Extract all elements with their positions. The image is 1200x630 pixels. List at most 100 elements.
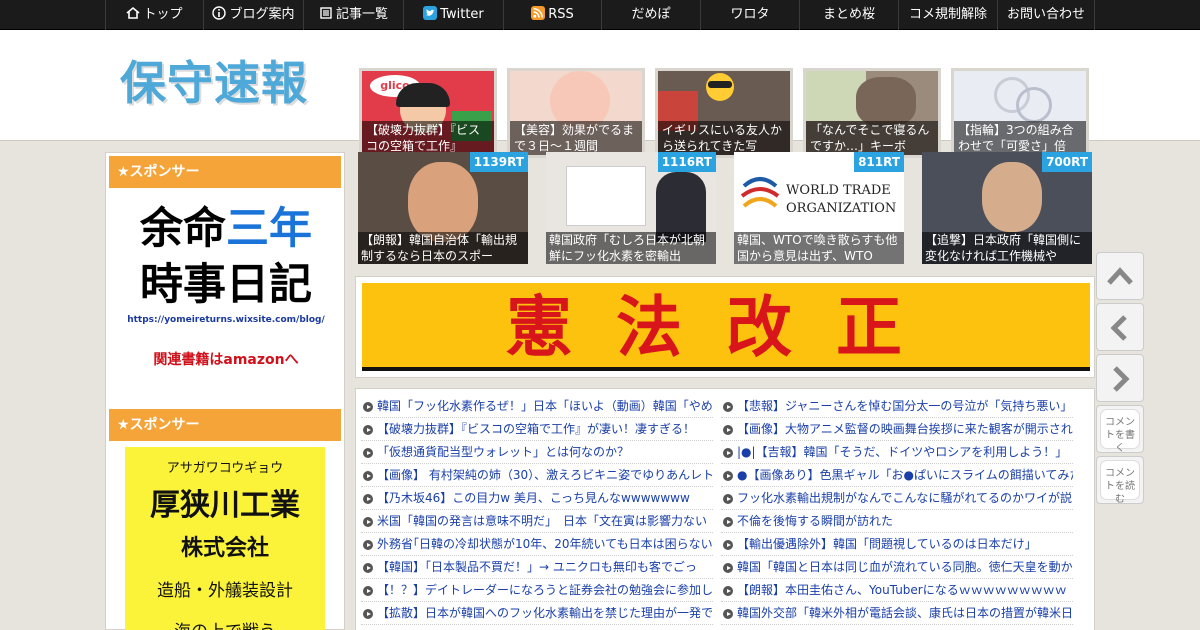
ad-tagline: 海の上で戦う: [125, 617, 325, 630]
read-comment-label: コメントを読む: [1101, 461, 1139, 505]
ring-icon: [1016, 87, 1052, 123]
list-item[interactable]: フッ化水素輸出規制がなんでこんなに騒がれてるのかワイが説: [721, 487, 1073, 510]
nav-contact[interactable]: お問い合わせ: [997, 0, 1095, 30]
ad-title-line1: 余命三年: [140, 204, 312, 254]
nav-warota[interactable]: ワロタ: [700, 0, 799, 30]
nav-article-list[interactable]: 記事一覧: [303, 0, 403, 30]
play-bullet-icon: [723, 402, 733, 412]
header-thumb-3[interactable]: イギリスにいる友人から送られてきた写: [655, 68, 793, 158]
list-item[interactable]: 韓国外交部「韓米外相が電話会談、康氏は日本の措置が韓米日: [721, 602, 1073, 625]
write-comment-button[interactable]: コメントを書く: [1096, 405, 1144, 454]
play-bullet-icon: [723, 540, 733, 550]
rt-article-3[interactable]: WORLD TRADE ORGANIZATION 811RT 韓国、WTOで喚き散…: [734, 152, 904, 264]
header-thumb-2[interactable]: 【美容】効果がでるまで３日～１週間: [507, 68, 645, 158]
list-icon: [320, 7, 332, 19]
twitter-icon: [423, 6, 438, 20]
chevron-right-icon: [1113, 366, 1130, 392]
site-logo[interactable]: 保守速報: [120, 53, 325, 113]
nav-twitter[interactable]: Twitter: [403, 0, 503, 30]
list-item-title: 韓国外交部「韓米外相が電話会談、康氏は日本の措置が韓米日: [737, 606, 1073, 620]
sponsor-ad-asagawa[interactable]: アサガワコウギョウ 厚狭川工業 株式会社 造船・外艤装設計 海の上で戦う: [125, 447, 325, 630]
rt-article-title: 韓国、WTOで喚き散らすも他国から意見は出ず、WTO: [734, 232, 904, 264]
thumb-document: [566, 166, 646, 226]
list-item-title: 不倫を後悔する瞬間が訪れた: [737, 514, 894, 528]
sponsor-ad-yomei[interactable]: 余命三年 時事日記 https://yomeireturns.wixsite.c…: [121, 201, 331, 381]
list-item[interactable]: 【悲報】ジャニーさんを悼む国分太一の号泣が「気持ち悪い」: [721, 395, 1073, 418]
list-item-title: 【朗報】本田圭佑さん、YouTuberになるｗｗｗｗｗｗｗｗｗ: [737, 583, 1067, 597]
write-comment-label: コメントを書く: [1101, 410, 1139, 454]
header-thumb-4[interactable]: 「なんでそこで寝るんですか…」キーボ: [803, 68, 941, 158]
list-item[interactable]: 韓国「フッ化水素作るぜ！」日本「ほいよ（動画）韓国「やめ: [361, 395, 713, 418]
play-bullet-icon: [363, 586, 373, 596]
rt-count-badge: 1116RT: [657, 152, 716, 172]
thumb-hair: [396, 83, 450, 107]
play-bullet-icon: [363, 471, 373, 481]
header-thumb-5-title: 【指輪】3つの組み合わせで「可愛さ」倍: [954, 121, 1086, 155]
scroll-top-button[interactable]: [1096, 252, 1144, 300]
list-item[interactable]: 【画像】大物アニメ監督の映画舞台挨拶に来た観客が開示され: [721, 418, 1073, 441]
nav-damepo[interactable]: だめぽ: [601, 0, 700, 30]
play-bullet-icon: [723, 425, 733, 435]
rt-article-title: 韓国政府「むしろ日本が北朝鮮にフッ化水素を密輸出: [546, 232, 716, 264]
article-list: 韓国「フッ化水素作るぜ！」日本「ほいよ（動画）韓国「やめ【破壊力抜群】『ビスコの…: [355, 388, 1095, 630]
rt-article-title: 【追撃】日本政府「韓国側に変化なければ工作機械や: [922, 232, 1092, 264]
list-item[interactable]: 【拡散】日本が韓国へのフッ化水素輸出を禁じた理由が一発で: [361, 602, 713, 625]
ad-service: 造船・外艤装設計: [157, 581, 293, 601]
list-item-title: 【悲報】ジャニーさんを悼む国分太一の号泣が「気持ち悪い」: [737, 399, 1073, 413]
play-bullet-icon: [363, 517, 373, 527]
nav-comment-unblock[interactable]: コメ規制解除: [898, 0, 997, 30]
ad-company-type: 株式会社: [180, 536, 269, 561]
list-item-title: 【拡散】日本が韓国へのフッ化水素輸出を禁じた理由が一発で: [377, 606, 713, 620]
list-item[interactable]: 【！？】デイトレーダーになろうと証券会社の勉強会に参加し: [361, 579, 713, 602]
rt-article-title: 【朗報】韓国自治体「輸出規制するなら日本のスポー: [358, 232, 528, 264]
nav-matome-sakura[interactable]: まとめ桜: [799, 0, 898, 30]
list-item[interactable]: 【破壊力抜群】『ビスコの空箱で工作』が凄い！凄すぎる！: [361, 418, 713, 441]
rt-article-1[interactable]: 1139RT 【朗報】韓国自治体「輸出規制するなら日本のスポー: [358, 152, 528, 264]
header-thumb-5[interactable]: 【指輪】3つの組み合わせで「可愛さ」倍: [951, 68, 1089, 158]
constitution-banner[interactable]: 憲法改正: [355, 276, 1095, 378]
cat-shape: [856, 77, 916, 127]
wto-logo-text: WORLD TRADE ORGANIZATION: [786, 183, 897, 216]
list-item-title: 【輸出優遇除外】韓国「問題視しているのは日本だけ」: [737, 537, 1037, 551]
list-item-title: 【画像】 有村架純の姉（30）、激えろビキニ姿でゆりあんレト: [377, 468, 713, 482]
list-item[interactable]: 不倫を後悔する瞬間が訪れた: [721, 510, 1073, 533]
list-item-title: 外務省｢日韓の冷却状態が10年、20年続いても日本は困らない」: [377, 537, 713, 551]
header-thumb-3-title: イギリスにいる友人から送られてきた写: [658, 121, 790, 155]
nav-top[interactable]: トップ: [105, 0, 203, 30]
list-item[interactable]: 【輸出優遇除外】韓国「問題視しているのは日本だけ」: [721, 533, 1073, 556]
list-item[interactable]: 米国「韓国の発言は意味不明だ」 日本「文在寅は影響力ない: [361, 510, 713, 533]
header-thumb-1[interactable]: glico 【破壊力抜群】『ビスコの空箱で工作』: [359, 68, 497, 158]
list-item[interactable]: 韓国「韓国と日本は同じ血が流れている同胞。徳仁天皇を動か: [721, 556, 1073, 579]
prev-article-button[interactable]: [1096, 303, 1144, 351]
list-item-title: 韓国「フッ化水素作るぜ！」日本「ほいよ（動画）韓国「やめ: [377, 399, 713, 413]
list-item[interactable]: |●|【吉報】韓国「そうだ、ドイツやロシアを利用しよう！」: [721, 441, 1073, 464]
ad-amazon-link[interactable]: 関連書籍はamazonへ: [121, 349, 331, 369]
header-thumb-2-title: 【美容】効果がでるまで３日～１週間: [510, 121, 642, 155]
wto-logo-icon: [740, 177, 780, 208]
list-item[interactable]: 【乃木坂46】この目力w 美月、こっち見んなwwwwwww: [361, 487, 713, 510]
read-comment-button[interactable]: コメントを読む: [1096, 456, 1144, 505]
list-item[interactable]: 【朗報】本田圭佑さん、YouTuberになるｗｗｗｗｗｗｗｗｗ: [721, 579, 1073, 602]
site-header: 保守速報 glico 【破壊力抜群】『ビスコの空箱で工作』 【美容】効果がでるま…: [0, 30, 1200, 158]
play-bullet-icon: [723, 609, 733, 619]
list-item[interactable]: 【画像】 有村架純の姉（30）、激えろビキニ姿でゆりあんレト: [361, 464, 713, 487]
sunglasses-icon: [708, 81, 732, 88]
rt-article-2[interactable]: 1116RT 韓国政府「むしろ日本が北朝鮮にフッ化水素を密輸出: [546, 152, 716, 264]
sponsor-heading: ★スポンサー: [109, 409, 341, 441]
play-bullet-icon: [723, 494, 733, 504]
nav-rss[interactable]: RSS: [503, 0, 601, 30]
list-item-title: |●|【吉報】韓国「そうだ、ドイツやロシアを利用しよう！」: [737, 445, 1068, 459]
play-bullet-icon: [363, 609, 373, 619]
rt-article-4[interactable]: 700RT 【追撃】日本政府「韓国側に変化なければ工作機械や: [922, 152, 1092, 264]
play-bullet-icon: [723, 586, 733, 596]
thumb-face: [408, 162, 478, 242]
article-list-left: 韓国「フッ化水素作るぜ！」日本「ほいよ（動画）韓国「やめ【破壊力抜群】『ビスコの…: [361, 395, 713, 625]
nav-blog-guide[interactable]: ブログ案内: [203, 0, 303, 30]
list-item[interactable]: 【韓国】「日本製品不買だ！」→ ユニクロも無印も客でごっ: [361, 556, 713, 579]
list-item[interactable]: 外務省｢日韓の冷却状態が10年、20年続いても日本は困らない」: [361, 533, 713, 556]
next-article-button[interactable]: [1096, 354, 1144, 402]
ad-url: https://yomeireturns.wixsite.com/blog/: [127, 315, 325, 325]
play-bullet-icon: [363, 448, 373, 458]
list-item[interactable]: ●【画像あり】色黒ギャル「お●ぱいにスライムの餌描いてみた: [721, 464, 1073, 487]
list-item[interactable]: 「仮想通貨配当型ウォレット」とは何なのか？: [361, 441, 713, 464]
